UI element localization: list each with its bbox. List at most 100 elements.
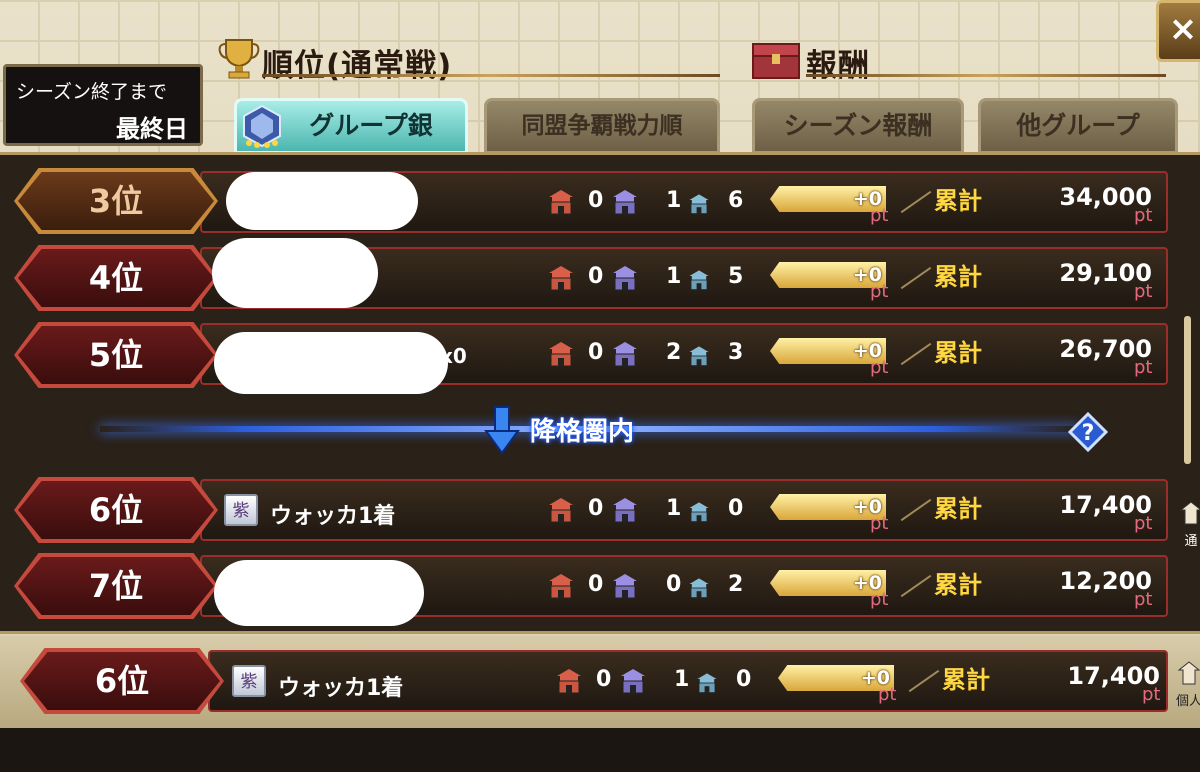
rank-badge: 7位	[14, 553, 218, 619]
pt-unit: pt	[870, 513, 889, 534]
count-red: 0	[588, 264, 604, 289]
blue-castle-icon	[687, 269, 711, 291]
rank-tier-badge: 紫	[224, 494, 258, 526]
rank-label: 6位	[94, 662, 150, 700]
tab-alliance-power[interactable]: 同盟争覇戦力順	[484, 98, 720, 154]
rank-badge: 6位	[20, 648, 224, 714]
season-pt-bar: +0	[770, 338, 886, 364]
season-pt-bar: +0	[770, 186, 886, 212]
count-blue: 6	[728, 188, 744, 213]
pt-unit: pt	[870, 357, 889, 378]
redacted-name	[214, 560, 424, 626]
season-remaining-label: シーズン終了まで	[16, 81, 168, 103]
red-castle-icon	[546, 496, 576, 524]
rank-badge: 4位	[14, 245, 218, 311]
total-label: 累計	[934, 187, 982, 215]
rank-label: 5位	[88, 336, 144, 374]
count-red: 0	[596, 667, 612, 692]
player-name: ウォッカ1着	[270, 504, 396, 529]
pt-unit: pt	[870, 589, 889, 610]
ranking-list-scrollbar[interactable]	[1184, 316, 1191, 464]
rank-label: 3位	[88, 182, 144, 220]
personal-menu-icon[interactable]: 個人	[1174, 660, 1200, 709]
reward-title: 報酬	[806, 48, 870, 84]
tab-alliance-power-label: 同盟争覇戦力順	[521, 113, 683, 139]
total-pt-unit: pt	[1134, 281, 1153, 302]
count-blue: 5	[728, 264, 744, 289]
count-purple: 1	[666, 496, 682, 521]
purple-castle-icon	[610, 264, 640, 292]
close-button[interactable]: ×	[1156, 0, 1200, 62]
count-purple: 2	[666, 340, 682, 365]
count-red: 0	[588, 496, 604, 521]
count-blue: 0	[728, 496, 744, 521]
red-castle-icon	[546, 264, 576, 292]
count-red: 0	[588, 188, 604, 213]
season-pt-bar: +0	[770, 262, 886, 288]
purple-castle-icon	[610, 340, 640, 368]
red-castle-icon	[546, 340, 576, 368]
rank-badge: 3位	[14, 168, 218, 234]
help-icon-glyph: ?	[1082, 421, 1095, 446]
total-pt-unit: pt	[1134, 205, 1153, 226]
rank-tier-badge: 紫	[232, 665, 266, 697]
red-castle-icon	[546, 572, 576, 600]
count-red: 0	[588, 340, 604, 365]
total-pt-unit: pt	[1134, 357, 1153, 378]
redacted-name	[212, 238, 378, 308]
blue-castle-icon	[695, 672, 719, 694]
group-silver-emblem-icon	[243, 104, 281, 148]
redacted-name	[214, 332, 448, 394]
rank-label: 7位	[88, 567, 144, 605]
red-castle-icon	[546, 188, 576, 216]
pt-unit: pt	[870, 281, 889, 302]
count-purple: 1	[666, 188, 682, 213]
rank-badge: 6位	[14, 477, 218, 543]
redacted-name	[226, 172, 418, 230]
count-purple: 0	[666, 572, 682, 597]
pt-unit: pt	[878, 684, 897, 705]
season-remaining-value: 最終日	[116, 115, 188, 143]
blue-castle-icon	[687, 577, 711, 599]
rank-badge: 5位	[14, 322, 218, 388]
purple-castle-icon	[610, 188, 640, 216]
total-pt-unit: pt	[1134, 589, 1153, 610]
total-pt-unit: pt	[1134, 513, 1153, 534]
rank-label: 4位	[88, 259, 144, 297]
pt-unit: pt	[870, 205, 889, 226]
count-blue: 2	[728, 572, 744, 597]
tab-other-groups[interactable]: 他グループ	[978, 98, 1178, 154]
tab-other-groups-label: 他グループ	[1016, 111, 1140, 140]
ranking-title-underline	[262, 74, 720, 77]
rank-label: 6位	[88, 491, 144, 529]
arrow-down-icon	[484, 406, 520, 455]
side-menu-label: 通	[1184, 534, 1198, 549]
purple-castle-icon	[618, 667, 648, 695]
purple-castle-icon	[610, 572, 640, 600]
red-castle-icon	[554, 667, 584, 695]
side-menu-icon[interactable]: 通	[1176, 500, 1200, 549]
treasure-chest-icon	[752, 43, 800, 79]
footer-dark	[0, 728, 1200, 772]
total-label: 累計	[934, 495, 982, 523]
tab-season-reward-label: シーズン報酬	[783, 111, 933, 140]
player-name: ウォッカ1着	[278, 676, 404, 701]
personal-menu-label: 個人	[1175, 694, 1200, 709]
blue-castle-icon	[687, 501, 711, 523]
demotion-zone-label: 降格圏内	[530, 417, 635, 447]
tab-group-silver[interactable]: グループ銀	[234, 98, 468, 154]
ranking-title: 順位(通常戦)	[262, 48, 453, 84]
blue-castle-icon	[687, 345, 711, 367]
season-pt-bar: +0	[770, 570, 886, 596]
season-pt-bar: +0	[778, 665, 894, 691]
total-label: 累計	[934, 339, 982, 367]
season-remaining-box: シーズン終了まで 最終日	[3, 64, 203, 146]
count-purple: 1	[674, 667, 690, 692]
total-label: 累計	[934, 571, 982, 599]
season-pt-bar: +0	[770, 494, 886, 520]
total-pt-unit: pt	[1142, 684, 1161, 705]
total-label: 累計	[942, 666, 990, 694]
help-icon[interactable]: ?	[1068, 412, 1108, 452]
count-blue: 0	[736, 667, 752, 692]
tab-season-reward[interactable]: シーズン報酬	[752, 98, 964, 154]
